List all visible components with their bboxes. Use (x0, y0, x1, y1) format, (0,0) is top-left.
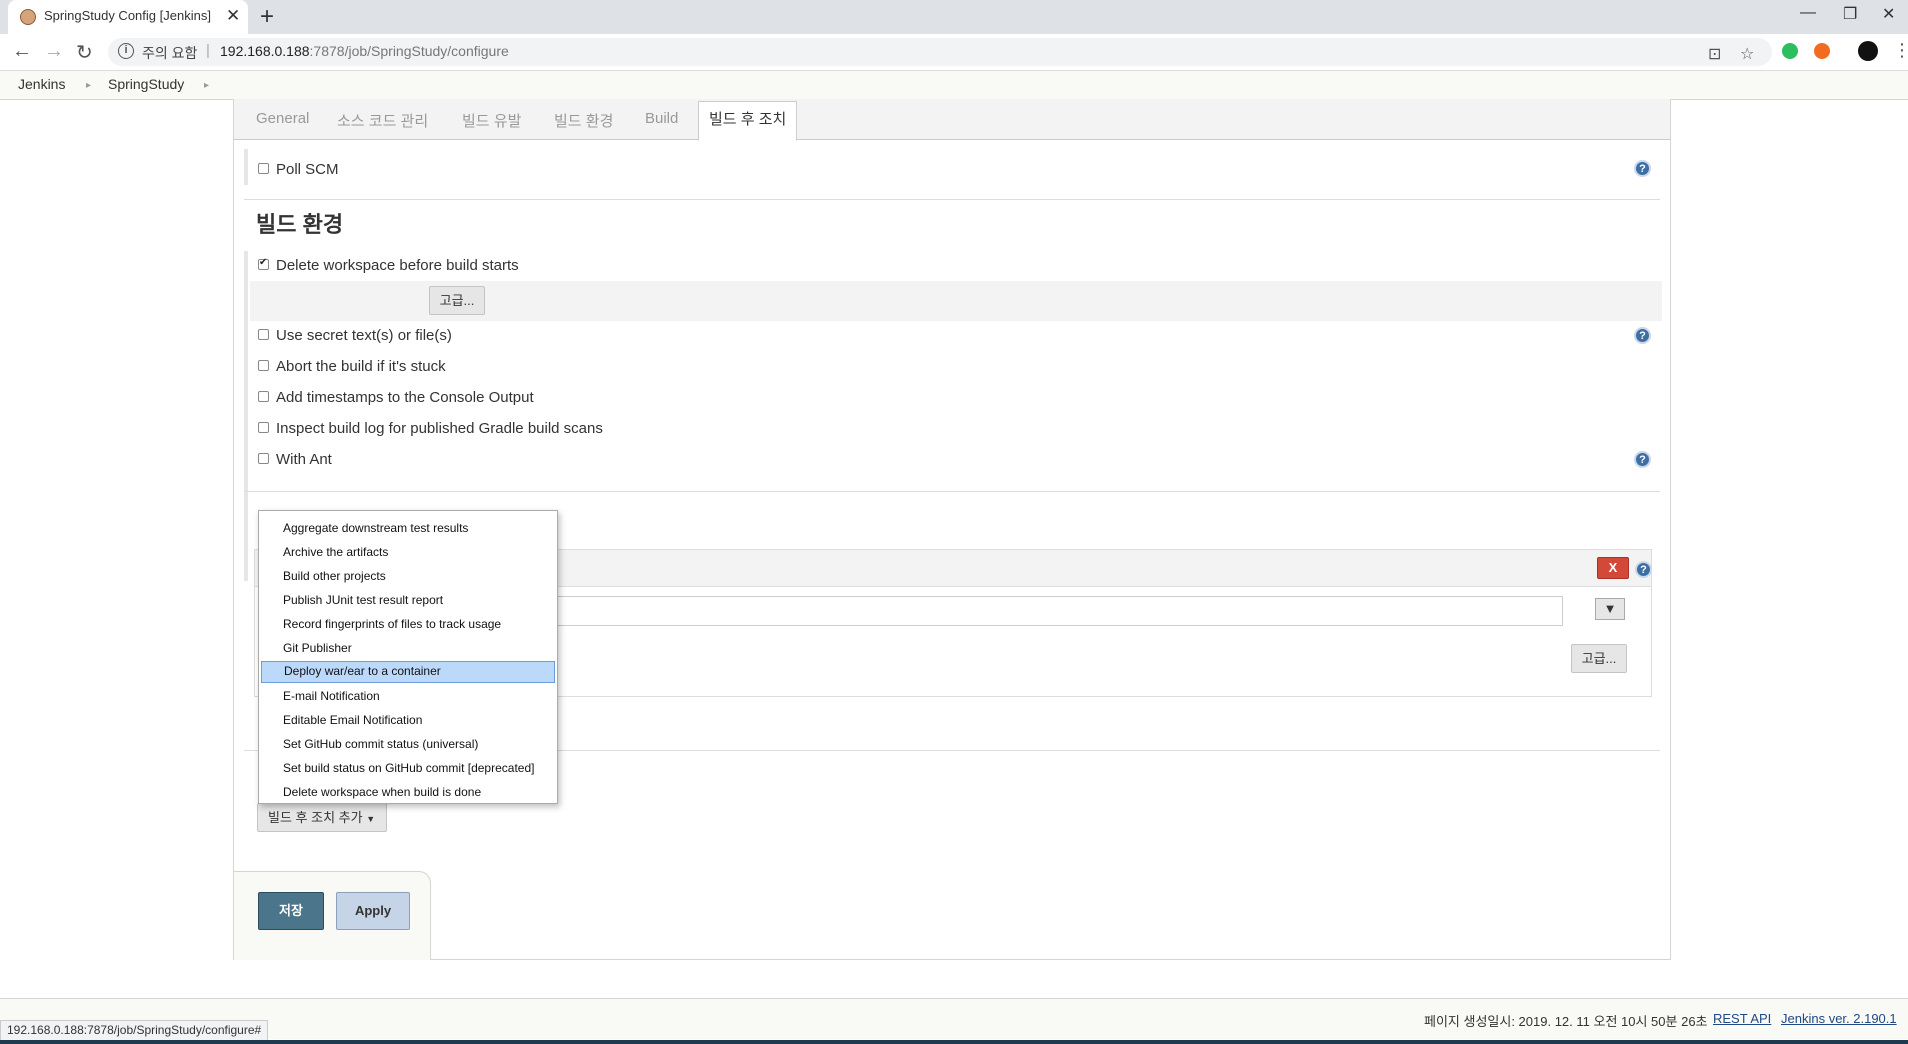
address-toolbar: ← → ↻ i 주의 요함 | 192.168.0.188:7878/job/S… (0, 34, 1908, 71)
option-label: Add timestamps to the Console Output (276, 389, 534, 406)
menu-item[interactable]: Archive the artifacts (261, 541, 555, 563)
option-label: With Ant (276, 451, 332, 468)
breadcrumb-jenkins[interactable]: Jenkins (18, 76, 65, 92)
with-ant-checkbox[interactable] (258, 453, 269, 464)
help-icon[interactable]: ? (1634, 451, 1651, 468)
new-tab-button[interactable]: + (260, 3, 274, 31)
add-post-build-button[interactable]: 빌드 후 조치 추가 ▼ (257, 803, 387, 832)
abort-stuck-checkbox[interactable] (258, 360, 269, 371)
profile-avatar[interactable] (1858, 41, 1878, 61)
caret-down-icon: ▼ (366, 814, 376, 824)
menu-item[interactable]: Publish JUnit test result report (261, 589, 555, 611)
publisher-advanced-button[interactable]: 고급... (1571, 644, 1627, 673)
menu-item[interactable]: Delete workspace when build is done (261, 781, 555, 803)
info-icon[interactable]: i (118, 43, 134, 59)
tab-title: SpringStudy Config [Jenkins] (44, 8, 211, 23)
option-label: Abort the build if it's stuck (276, 358, 446, 375)
breadcrumb: Jenkins ▸ SpringStudy ▸ (0, 71, 1908, 100)
secret-text-checkbox[interactable] (258, 329, 269, 340)
tab-build-environment[interactable]: 빌드 환경 (554, 110, 613, 131)
menu-item[interactable]: Set GitHub commit status (universal) (261, 733, 555, 755)
save-button[interactable]: 저장 (258, 892, 324, 930)
help-icon[interactable]: ? (1635, 561, 1652, 578)
url-path: :7878/job/SpringStudy/configure (309, 43, 509, 59)
url-omnibox[interactable]: i 주의 요함 | 192.168.0.188:7878/job/SpringS… (108, 38, 1772, 66)
browser-tab[interactable]: SpringStudy Config [Jenkins] ✕ (8, 0, 248, 34)
menu-item[interactable]: Deploy war/ear to a container (261, 661, 555, 683)
section-bar (244, 251, 248, 581)
gradle-scans-checkbox[interactable] (258, 422, 269, 433)
restore-icon[interactable]: ❐ (1843, 4, 1857, 24)
url-host: 192.168.0.188 (220, 43, 310, 59)
delete-publisher-button[interactable]: X (1597, 557, 1629, 579)
breadcrumb-chevron-icon[interactable]: ▸ (86, 80, 91, 91)
tab-build[interactable]: Build (645, 110, 678, 127)
timestamps-checkbox[interactable] (258, 391, 269, 402)
page-generated-timestamp: 페이지 생성일시: 2019. 12. 11 오전 10시 50분 26초 (1424, 1014, 1708, 1029)
poll-scm-label: Poll SCM (276, 161, 339, 178)
minimize-icon[interactable]: — (1800, 4, 1816, 22)
url-separator: | (206, 42, 210, 59)
menu-item[interactable]: Editable Email Notification (261, 709, 555, 731)
tab-post-build[interactable]: 빌드 후 조치 (698, 101, 798, 141)
menu-item[interactable]: Record fingerprints of files to track us… (261, 613, 555, 635)
browser-tab-bar: SpringStudy Config [Jenkins] ✕ + — ❐ ✕ (0, 0, 1908, 34)
tab-source-code[interactable]: 소스 코드 관리 (337, 110, 428, 131)
security-warning[interactable]: 주의 요함 (142, 43, 197, 63)
delete-workspace-label: Delete workspace before build starts (276, 257, 519, 274)
translate-icon[interactable]: ⊡ (1708, 44, 1721, 64)
rest-api-link[interactable]: REST API (1713, 1011, 1771, 1026)
poll-scm-checkbox[interactable] (258, 163, 269, 174)
add-post-build-label: 빌드 후 조치 추가 (268, 810, 363, 825)
breadcrumb-chevron-icon[interactable]: ▸ (204, 80, 209, 91)
post-build-menu: Aggregate downstream test results Archive… (258, 510, 558, 804)
delete-workspace-checkbox[interactable] (258, 257, 269, 270)
status-url-tooltip: 192.168.0.188:7878/job/SpringStudy/confi… (0, 1020, 269, 1042)
menu-kebab-icon[interactable]: ⋮ (1893, 40, 1908, 61)
menu-item[interactable]: Set build status on GitHub commit [depre… (261, 757, 555, 779)
jenkins-favicon-icon (20, 9, 36, 25)
build-env-title: 빌드 환경 (256, 212, 344, 237)
forward-icon[interactable]: → (44, 40, 64, 63)
evernote-extension-icon[interactable] (1782, 43, 1798, 59)
section-bar (244, 149, 248, 185)
os-taskbar (0, 1040, 1908, 1044)
publisher-dropdown-arrow[interactable]: ▼ (1595, 598, 1625, 620)
divider (244, 199, 1660, 200)
publisher-text-field[interactable] (555, 596, 1563, 626)
back-icon[interactable]: ← (12, 40, 32, 63)
menu-item[interactable]: Aggregate downstream test results (261, 517, 555, 539)
close-tab-icon[interactable]: ✕ (226, 6, 240, 26)
advanced-button[interactable]: 고급... (429, 286, 485, 315)
save-bar: 저장 Apply (234, 871, 431, 960)
help-icon[interactable]: ? (1634, 327, 1651, 344)
close-window-icon[interactable]: ✕ (1882, 4, 1895, 24)
breadcrumb-springstudy[interactable]: SpringStudy (108, 76, 184, 92)
option-label: Use secret text(s) or file(s) (276, 327, 452, 344)
tab-general[interactable]: General (256, 110, 309, 127)
page-footer: 페이지 생성일시: 2019. 12. 11 오전 10시 50분 26초 RE… (0, 998, 1908, 1039)
menu-item[interactable]: Git Publisher (261, 637, 555, 659)
bookmark-star-icon[interactable]: ☆ (1740, 44, 1754, 64)
menu-item[interactable]: E-mail Notification (261, 685, 555, 707)
divider (244, 491, 1660, 492)
apply-button[interactable]: Apply (336, 892, 410, 930)
menu-item[interactable]: Build other projects (261, 565, 555, 587)
help-icon[interactable]: ? (1634, 160, 1651, 177)
url-text[interactable]: 192.168.0.188:7878/job/SpringStudy/confi… (220, 43, 509, 59)
reload-icon[interactable]: ↻ (76, 40, 93, 65)
config-tabs: General 소스 코드 관리 빌드 유발 빌드 환경 Build 빌드 후 … (234, 99, 1670, 141)
tab-build-triggers[interactable]: 빌드 유발 (462, 110, 521, 131)
jenkins-version-link[interactable]: Jenkins ver. 2.190.1 (1781, 1011, 1897, 1026)
option-label: Inspect build log for published Gradle b… (276, 420, 603, 437)
extension-icon[interactable] (1814, 43, 1830, 59)
